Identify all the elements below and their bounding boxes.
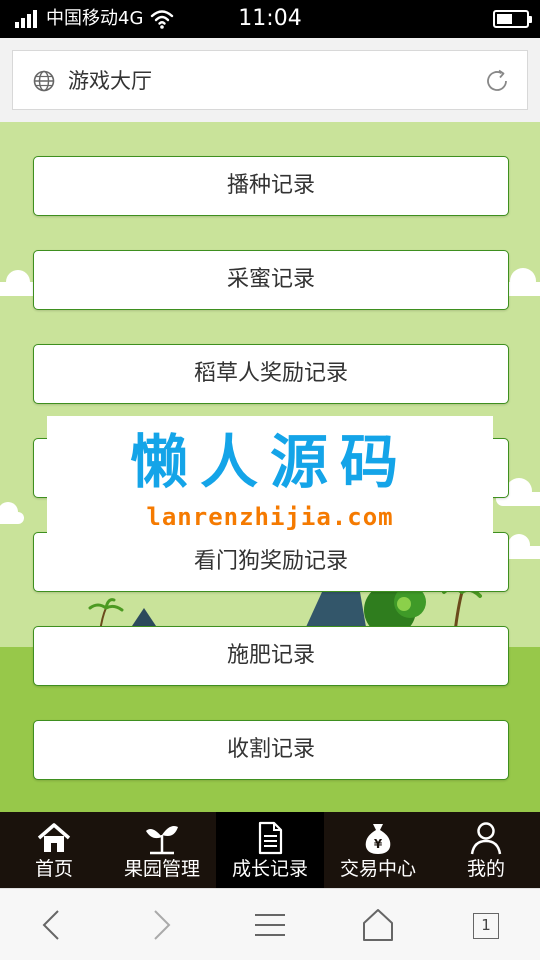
watermark-url: lanrenzhijia.com [146,503,394,531]
document-icon [258,821,283,855]
fertilize-record-button[interactable]: 施肥记录 [33,626,509,686]
clock: 11:04 [238,6,302,31]
money-bag-icon: ¥ [365,824,391,854]
tab-label: 我的 [466,858,505,880]
sowing-record-button[interactable]: 播种记录 [33,156,509,216]
refresh-icon[interactable] [483,67,511,95]
tab-orchard[interactable]: 果园管理 [108,812,216,888]
tab-label: 交易中心 [339,858,416,880]
tab-label: 首页 [34,858,73,880]
watermark-title: 懒人源码 [129,428,410,496]
game-content: 播种记录 采蜜记录 稻草人奖励记录 看门狗奖励记录 施肥记录 收割记录 懒人源码… [0,122,540,812]
address-bar-area: 游戏大厅 [0,38,540,122]
tab-trade-center[interactable]: ¥ 交易中心 [324,812,432,888]
home-icon [37,823,71,852]
back-icon[interactable] [34,907,70,943]
watermark: 懒人源码 lanrenzhijia.com [47,416,493,540]
home-icon[interactable] [360,907,396,943]
globe-icon [33,70,55,92]
browser-toolbar: 1 [0,888,540,960]
tab-home[interactable]: 首页 [0,812,108,888]
address-bar[interactable]: 游戏大厅 [12,50,528,110]
forward-icon[interactable] [143,907,179,943]
tab-bar: 首页 果园管理 成长记录 ¥ 交易中心 我的 [0,812,540,888]
harvest-record-button[interactable]: 收割记录 [33,720,509,780]
page-title: 游戏大厅 [68,69,152,93]
tab-mine[interactable]: 我的 [432,812,540,888]
battery-level [497,14,512,24]
cloud [0,502,24,524]
status-bar: 中国移动4G 11:04 [0,0,540,38]
scarecrow-reward-record-button[interactable]: 稻草人奖励记录 [33,344,509,404]
menu-icon[interactable] [252,907,288,943]
watchdog-reward-record-button[interactable]: 看门狗奖励记录 [33,532,509,592]
tabs-icon[interactable]: 1 [467,907,503,943]
tab-growth-record[interactable]: 成长记录 [216,812,324,888]
tab-label: 果园管理 [123,858,200,880]
tab-label: 成长记录 [231,858,308,880]
honey-record-button[interactable]: 采蜜记录 [33,250,509,310]
svg-text:¥: ¥ [374,837,383,851]
battery-icon [493,10,532,28]
user-icon [470,822,502,855]
tab-count: 1 [473,913,499,939]
sprout-icon [146,826,178,855]
